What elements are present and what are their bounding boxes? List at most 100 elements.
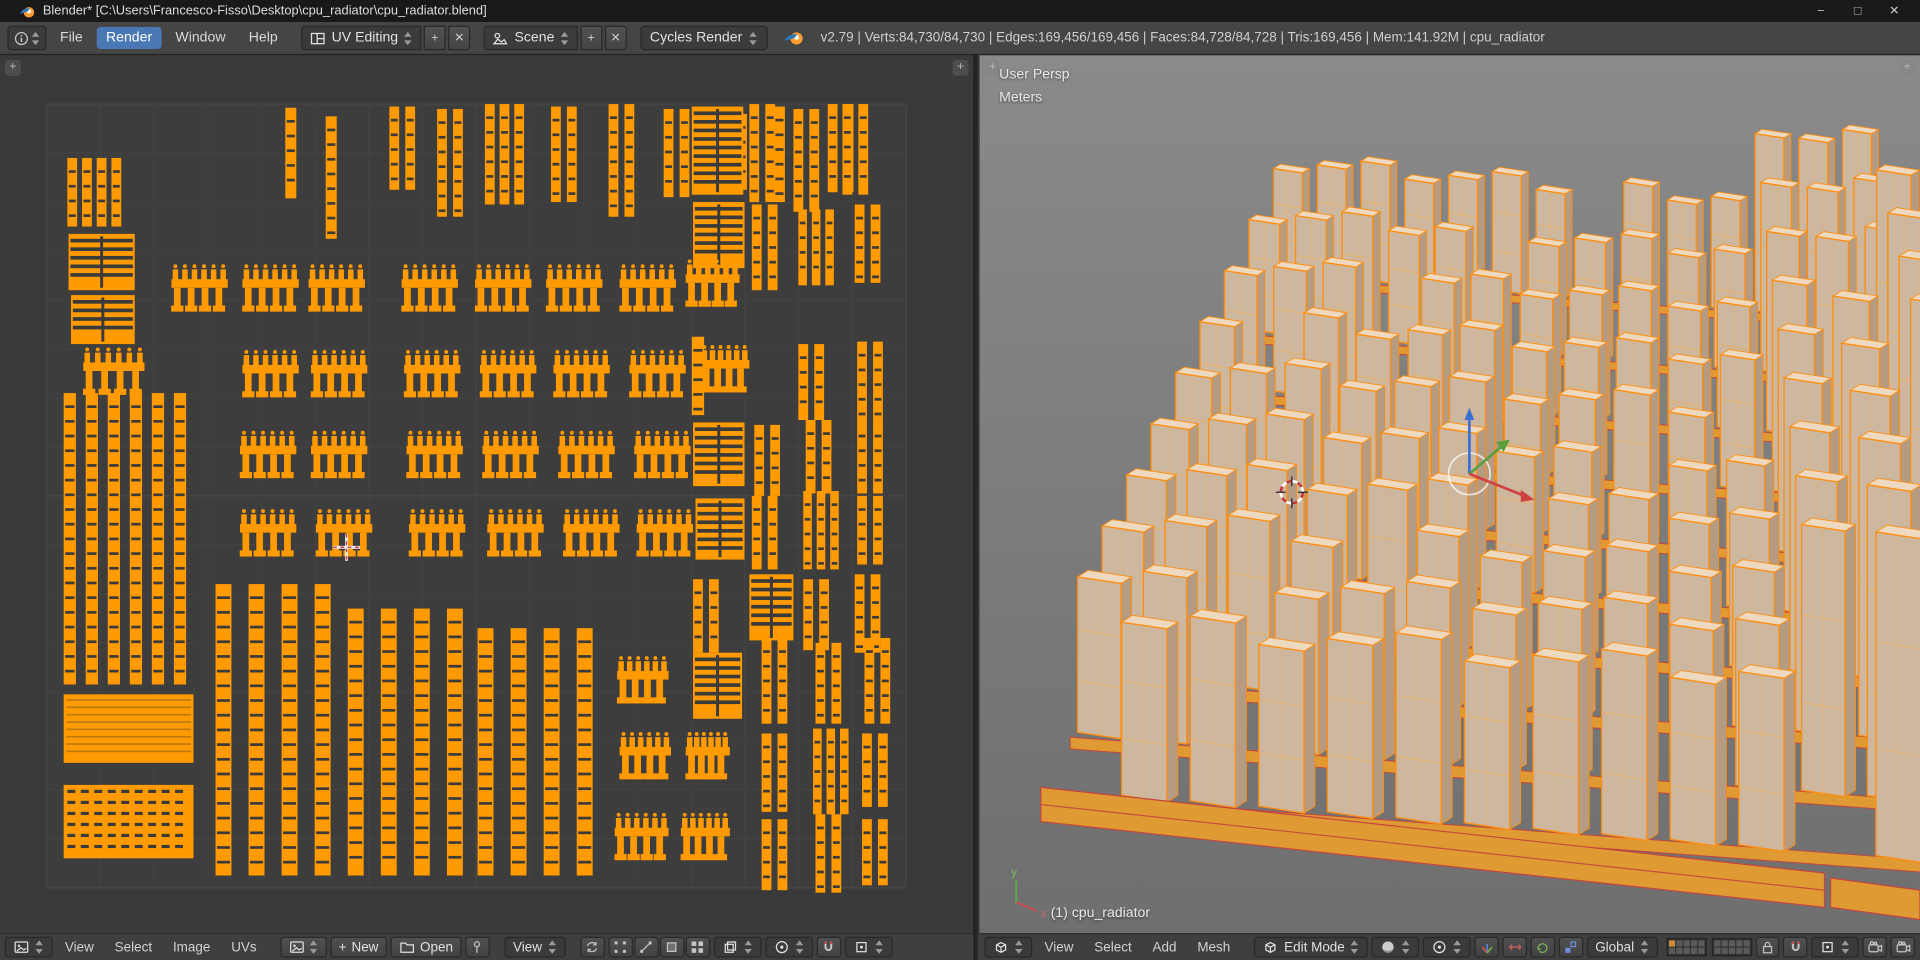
chevron-updown-icon: [1350, 940, 1360, 954]
snap-toggle-button[interactable]: [816, 936, 841, 958]
lock-icon: [1760, 939, 1776, 955]
uv-menu-image[interactable]: Image: [164, 937, 219, 957]
uv-editor-header: View Select Image UVs + New Open View: [0, 933, 974, 960]
layers-widget[interactable]: [1665, 937, 1752, 957]
chevron-updown-icon: [875, 940, 884, 954]
uv-image-editor: + + View Select Image UVs + New Open Vie…: [0, 55, 974, 960]
minimize-button[interactable]: −: [1802, 0, 1839, 22]
info-header: File Render Window Help UV Editing + ✕ S…: [0, 22, 1920, 56]
pin-image-button[interactable]: [465, 936, 490, 958]
proportional-edit-dropdown[interactable]: [764, 936, 813, 958]
viewport-drawing[interactable]: yx: [979, 55, 1920, 934]
opengl-render-anim-button[interactable]: [1890, 936, 1916, 958]
uv-view-dropdown-value: View: [513, 939, 542, 955]
edge-select-icon: [638, 939, 654, 955]
uv-menu-select[interactable]: Select: [106, 937, 161, 957]
render-engine-selector[interactable]: Cycles Render: [640, 25, 768, 51]
island-select-mode-button[interactable]: [685, 936, 710, 958]
pivot-point-selector[interactable]: [1423, 936, 1471, 958]
screen-layout-selector[interactable]: UV Editing: [300, 25, 422, 51]
browse-image-button[interactable]: [279, 936, 327, 958]
delete-scene-button[interactable]: ✕: [604, 25, 627, 51]
region-expand-icon[interactable]: +: [984, 60, 1001, 76]
viewport-shading-selector[interactable]: [1371, 936, 1420, 958]
blender-app-icon: [20, 3, 36, 19]
uv-menu-uvs[interactable]: UVs: [223, 937, 266, 957]
chevron-updown-icon: [35, 940, 45, 954]
scene-stats: v2.79 | Verts:84,730/84,730 | Edges:169,…: [820, 30, 1545, 46]
chevron-updown-icon: [1841, 940, 1851, 954]
scene-value: Scene: [514, 30, 555, 46]
add-scene-button[interactable]: +: [580, 25, 603, 51]
uv-canvas[interactable]: + +: [0, 55, 974, 934]
add-layout-button[interactable]: +: [423, 25, 446, 51]
orientation-value: Global: [1595, 939, 1635, 955]
vertex-select-mode-button[interactable]: [608, 936, 633, 958]
rotate-icon: [1535, 939, 1551, 955]
viewport-editor-type-selector[interactable]: [984, 936, 1033, 958]
layer-grid[interactable]: [1711, 937, 1752, 957]
chevron-updown-icon: [1015, 940, 1024, 954]
menu-help[interactable]: Help: [239, 27, 288, 49]
layout-icon: [310, 30, 326, 46]
menu-file[interactable]: File: [50, 27, 92, 49]
uv-editor-type-selector[interactable]: [4, 936, 53, 958]
close-button[interactable]: ✕: [1876, 0, 1913, 22]
face-select-icon: [664, 939, 680, 955]
maximize-button[interactable]: □: [1839, 0, 1876, 22]
edge-select-mode-button[interactable]: [633, 936, 659, 958]
open-image-label: Open: [420, 939, 454, 955]
snap-element-dropdown[interactable]: [844, 936, 893, 958]
snap-toggle-button[interactable]: [1783, 936, 1808, 958]
region-expand-icon[interactable]: +: [952, 60, 969, 76]
sync-uv-selection-button[interactable]: [579, 936, 605, 958]
layer-grid[interactable]: [1665, 937, 1707, 957]
mode-value: Edit Mode: [1284, 939, 1345, 955]
snap-element-dropdown[interactable]: [1811, 936, 1860, 958]
face-select-mode-button[interactable]: [659, 936, 685, 958]
rotate-manipulator-button[interactable]: [1530, 936, 1555, 958]
editor-type-selector[interactable]: [7, 25, 47, 51]
window-controls: − □ ✕: [1802, 0, 1912, 22]
viewport-3d: yx User Persp Meters (1) cpu_radiator + …: [979, 55, 1920, 960]
manipulator-toggle-button[interactable]: [1474, 936, 1499, 958]
info-editor-icon: [13, 30, 29, 46]
sticky-icon: [722, 939, 738, 955]
scene-selector[interactable]: Scene: [483, 25, 578, 51]
chevron-updown-icon: [560, 31, 570, 45]
delete-layout-button[interactable]: ✕: [448, 25, 471, 51]
uv-view-dropdown[interactable]: View: [504, 936, 566, 958]
translate-manipulator-button[interactable]: [1502, 936, 1527, 958]
magnet-icon: [1788, 939, 1804, 955]
chevron-updown-icon: [1453, 940, 1463, 954]
main-area: + + View Select Image UVs + New Open Vie…: [0, 55, 1920, 960]
new-image-button[interactable]: + New: [330, 936, 387, 958]
chevron-updown-icon: [404, 31, 413, 45]
chevron-updown-icon: [548, 940, 557, 954]
image-icon: [288, 939, 304, 955]
mode-selector[interactable]: Edit Mode: [1253, 936, 1369, 958]
uv-menu-view[interactable]: View: [56, 937, 102, 957]
new-image-label: New: [351, 939, 379, 955]
viewport-canvas[interactable]: yx User Persp Meters (1) cpu_radiator + …: [979, 55, 1920, 934]
camera-icon: [1867, 939, 1883, 955]
vp-menu-mesh[interactable]: Mesh: [1189, 937, 1239, 957]
opengl-render-button[interactable]: [1862, 936, 1888, 958]
sticky-selection-dropdown[interactable]: [713, 936, 762, 958]
lock-to-scene-button[interactable]: [1755, 936, 1780, 958]
render-engine-value: Cycles Render: [649, 30, 743, 46]
region-expand-icon[interactable]: +: [4, 60, 21, 76]
vp-menu-view[interactable]: View: [1036, 937, 1082, 957]
screen-layout-value: UV Editing: [331, 30, 399, 46]
region-expand-icon[interactable]: +: [1899, 60, 1916, 76]
transform-orientation-selector[interactable]: Global: [1586, 936, 1658, 958]
vp-menu-add[interactable]: Add: [1144, 937, 1185, 957]
scale-manipulator-button[interactable]: [1558, 936, 1583, 958]
menu-render[interactable]: Render: [96, 26, 162, 49]
vp-menu-select[interactable]: Select: [1086, 937, 1141, 957]
uv-layout-drawing[interactable]: [0, 55, 974, 934]
menu-window[interactable]: Window: [166, 27, 236, 49]
viewport-3d-icon: [993, 939, 1009, 955]
open-image-button[interactable]: Open: [390, 936, 462, 958]
vertex-select-icon: [612, 939, 628, 955]
